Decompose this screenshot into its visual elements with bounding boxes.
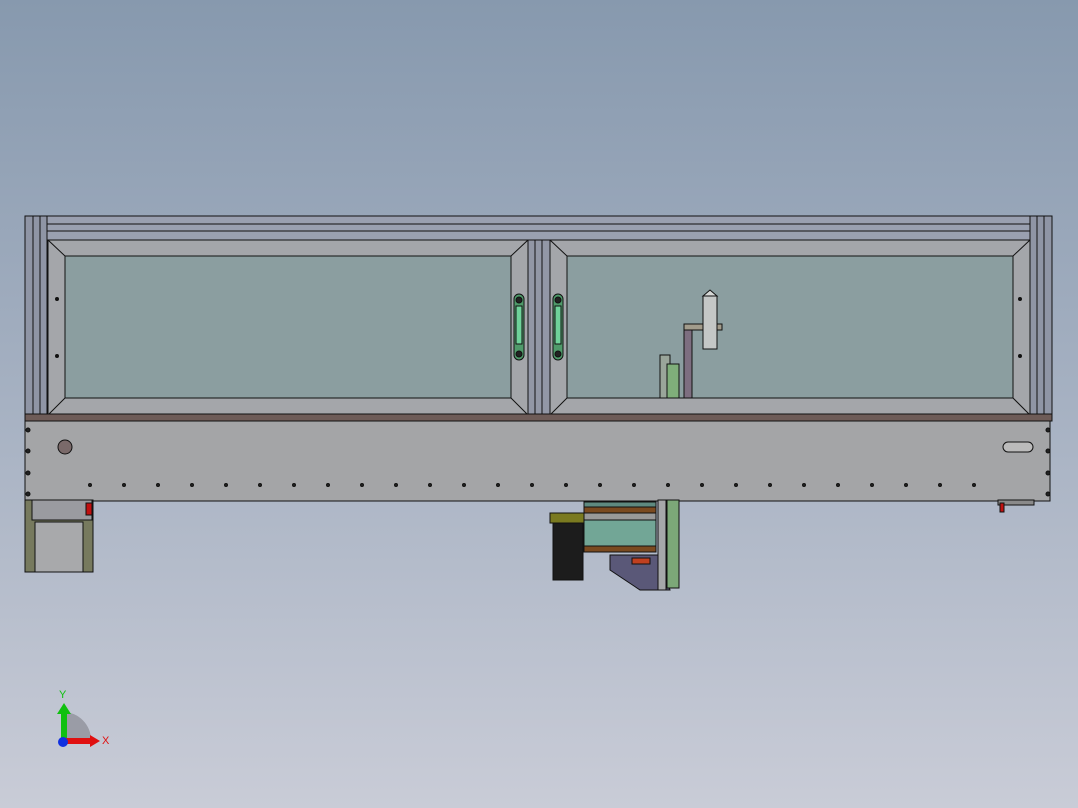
center-drive-assembly bbox=[549, 499, 680, 591]
rivet bbox=[972, 483, 976, 487]
rivet bbox=[904, 483, 908, 487]
screw bbox=[25, 491, 31, 497]
rivet bbox=[530, 483, 534, 487]
rivet bbox=[224, 483, 228, 487]
rivet bbox=[870, 483, 874, 487]
screw bbox=[25, 427, 31, 433]
rivet bbox=[564, 483, 568, 487]
screw bbox=[25, 470, 31, 476]
rivet bbox=[122, 483, 126, 487]
z-axis-dot-icon bbox=[58, 737, 68, 747]
left-motor-assembly bbox=[24, 499, 94, 573]
right-latch bbox=[999, 502, 1005, 513]
cad-viewport[interactable]: Y X bbox=[0, 0, 1078, 808]
rivet bbox=[666, 483, 670, 487]
screw bbox=[1045, 470, 1051, 476]
rivet bbox=[428, 483, 432, 487]
rivet bbox=[462, 483, 466, 487]
rivet bbox=[88, 483, 92, 487]
screw bbox=[25, 448, 31, 454]
rivet bbox=[360, 483, 364, 487]
x-axis-label: X bbox=[102, 735, 110, 747]
rivet bbox=[734, 483, 738, 487]
left-door[interactable] bbox=[47, 239, 529, 416]
screw bbox=[1045, 448, 1051, 454]
right-glass-pane bbox=[566, 255, 1014, 399]
left-glass-pane bbox=[64, 255, 512, 399]
screw bbox=[1045, 427, 1051, 433]
rivet bbox=[326, 483, 330, 487]
rivet bbox=[938, 483, 942, 487]
door-handle-icon[interactable] bbox=[552, 293, 564, 361]
coordinate-triad: Y X bbox=[57, 689, 110, 747]
rivet bbox=[190, 483, 194, 487]
rivet bbox=[292, 483, 296, 487]
key-switch-icon bbox=[1002, 441, 1034, 453]
base-trim-strip bbox=[24, 413, 1053, 422]
rivet bbox=[598, 483, 602, 487]
rivet bbox=[632, 483, 636, 487]
rivet bbox=[768, 483, 772, 487]
rivet bbox=[258, 483, 262, 487]
rivet bbox=[156, 483, 160, 487]
y-axis-label: Y bbox=[59, 689, 67, 701]
indicator-light-icon bbox=[57, 439, 73, 455]
right-door[interactable] bbox=[549, 239, 1031, 416]
rivet bbox=[394, 483, 398, 487]
rivet bbox=[802, 483, 806, 487]
screw bbox=[1045, 491, 1051, 497]
rivet bbox=[700, 483, 704, 487]
door-handle-icon[interactable] bbox=[513, 293, 525, 361]
base-panel bbox=[24, 420, 1051, 502]
rivet bbox=[836, 483, 840, 487]
rivet bbox=[496, 483, 500, 487]
y-axis-arrow-icon bbox=[61, 712, 67, 740]
